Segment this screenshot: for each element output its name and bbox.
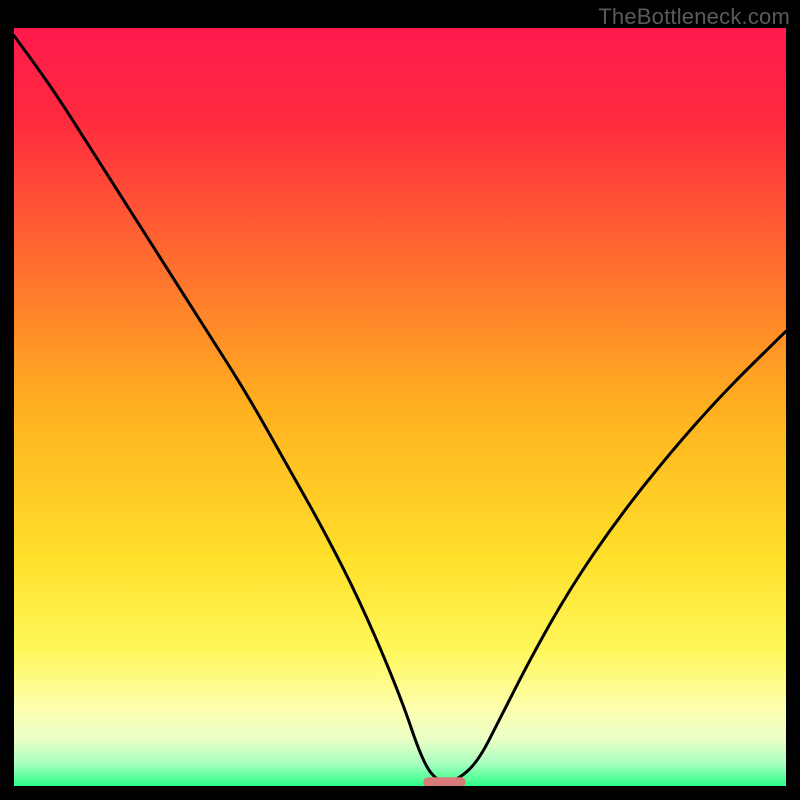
min-marker	[423, 777, 466, 786]
bottleneck-chart	[14, 28, 786, 786]
watermark-text: TheBottleneck.com	[598, 4, 790, 30]
chart-frame: TheBottleneck.com	[0, 0, 800, 800]
gradient-background	[14, 28, 786, 786]
